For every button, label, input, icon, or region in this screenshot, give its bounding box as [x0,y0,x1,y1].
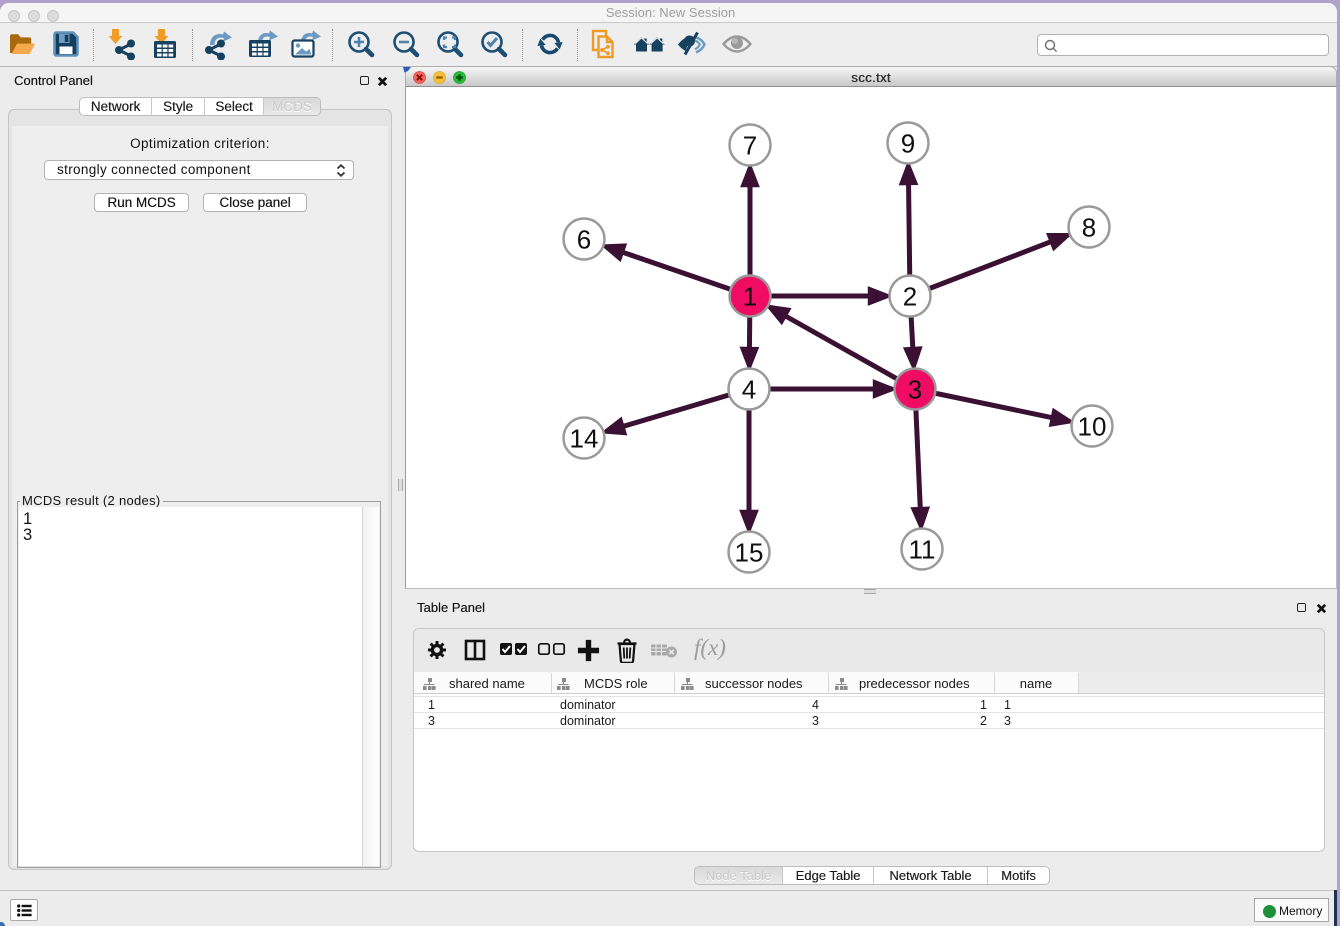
svg-text:1: 1 [743,282,757,312]
svg-text:10: 10 [1078,412,1107,442]
svg-text:4: 4 [742,375,756,405]
svg-text:11: 11 [909,535,936,565]
svg-text:6: 6 [577,225,591,255]
svg-text:2: 2 [903,282,917,312]
svg-text:8: 8 [1082,213,1096,243]
svg-text:7: 7 [743,131,757,161]
svg-text:14: 14 [570,424,599,454]
svg-text:3: 3 [908,375,922,405]
svg-text:15: 15 [735,538,764,568]
svg-text:9: 9 [901,129,915,159]
